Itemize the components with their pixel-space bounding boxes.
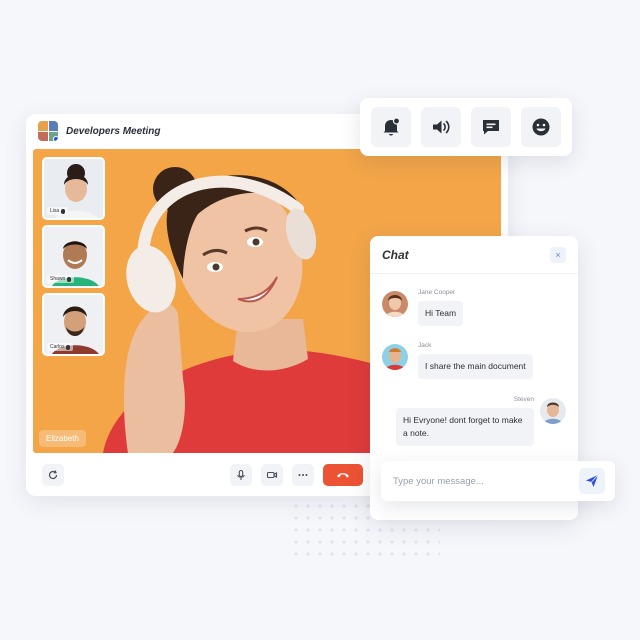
message-sender: Jack — [418, 342, 432, 349]
send-paper-plane-icon — [586, 474, 599, 487]
participant-tile[interactable]: Carlos — [42, 293, 105, 356]
participant-name-tag: Carlos — [47, 343, 74, 351]
participant-name: Carlos — [50, 344, 65, 350]
video-camera-icon — [266, 471, 278, 478]
speaker-volume-icon — [433, 120, 450, 134]
active-speaker-name: Elizabeth — [39, 430, 86, 447]
mic-icon — [61, 208, 66, 214]
participant-name-tag: Shawn — [47, 275, 75, 283]
participant-name: Lisa — [50, 208, 60, 214]
end-call-button[interactable] — [323, 463, 363, 486]
refresh-button[interactable] — [42, 463, 64, 486]
message-icon — [483, 120, 499, 135]
microphone-icon — [237, 469, 245, 480]
call-button-group — [230, 463, 363, 486]
close-icon: × — [555, 249, 561, 260]
participant-name: Shawn — [50, 276, 66, 282]
quick-actions-toolbar — [360, 98, 572, 156]
avatar — [540, 398, 566, 424]
message-input[interactable] — [393, 475, 579, 487]
chat-title: Chat — [382, 247, 409, 262]
message-bubble: Hi Team — [418, 301, 464, 326]
mic-icon — [66, 344, 71, 350]
meeting-app-icon — [38, 121, 58, 141]
more-options-button[interactable] — [292, 463, 314, 486]
notification-bell-icon — [383, 117, 401, 136]
notifications-button[interactable] — [371, 107, 411, 147]
message-bubble: I share the main document — [418, 354, 533, 379]
messages-button[interactable] — [471, 107, 511, 147]
avatar — [382, 344, 408, 370]
message-sender: Steven — [513, 396, 534, 403]
meeting-title: Developers Meeting — [66, 125, 161, 137]
chat-close-button[interactable]: × — [550, 246, 566, 263]
participant-tile[interactable]: Shawn — [42, 225, 105, 288]
microphone-button[interactable] — [230, 463, 252, 486]
refresh-icon — [48, 469, 58, 479]
chat-message: Jane Cooper Hi Team — [382, 289, 464, 326]
mic-icon — [67, 276, 72, 282]
participant-name-tag: Lisa — [47, 207, 69, 215]
camera-button[interactable] — [261, 463, 283, 486]
more-dots-icon — [298, 473, 308, 476]
message-composer — [381, 461, 615, 501]
reactions-button[interactable] — [521, 107, 561, 147]
message-sender: Jane Cooper — [418, 289, 456, 296]
participant-tiles: Lisa Shawn Carlos — [42, 157, 105, 361]
send-button[interactable] — [579, 468, 605, 494]
participant-tile[interactable]: Lisa — [42, 157, 105, 220]
hang-up-phone-icon — [337, 472, 349, 477]
volume-button[interactable] — [421, 107, 461, 147]
avatar — [382, 291, 408, 317]
emoji-icon — [532, 118, 550, 136]
chat-message: Jack I share the main document — [382, 342, 533, 379]
chat-message: Steven Hi Evryone! dont forget to make a… — [396, 396, 566, 446]
message-bubble: Hi Evryone! dont forget to make a note. — [396, 408, 534, 446]
chat-header: Chat × — [370, 236, 578, 274]
